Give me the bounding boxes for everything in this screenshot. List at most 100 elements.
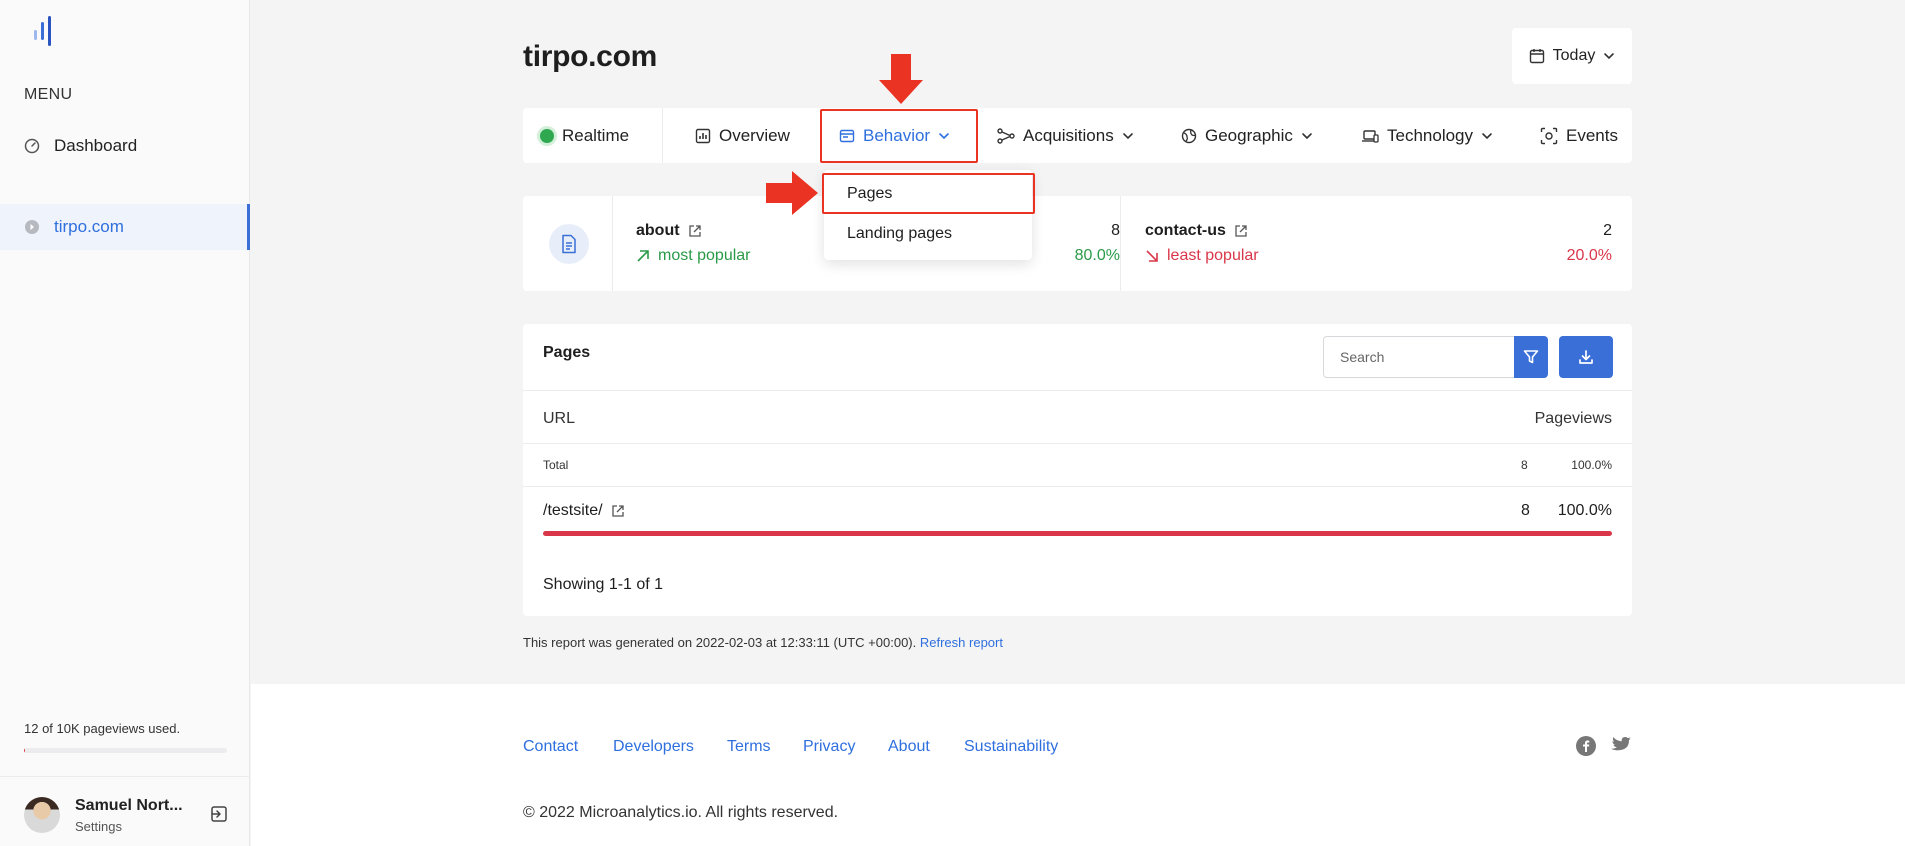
external-link-icon[interactable] bbox=[1234, 224, 1248, 238]
tab-label: Geographic bbox=[1205, 125, 1293, 145]
site-dot-icon bbox=[24, 219, 40, 235]
footer-link-about[interactable]: About bbox=[888, 738, 930, 756]
column-header-url[interactable]: URL bbox=[543, 410, 575, 428]
chevron-down-icon bbox=[1481, 130, 1493, 142]
divider bbox=[523, 486, 1632, 487]
sidebar: MENU Dashboard tirpo.com 12 of 10K pagev… bbox=[0, 0, 250, 846]
pages-panel: Pages Search URL Pageviews Total 8 100.0… bbox=[523, 324, 1632, 616]
footer-link-developers[interactable]: Developers bbox=[613, 738, 694, 756]
menu-label: MENU bbox=[24, 86, 73, 103]
page-name: contact-us bbox=[1145, 222, 1226, 239]
column-header-pageviews[interactable]: Pageviews bbox=[1535, 410, 1612, 428]
least-popular-count: 2 bbox=[1603, 222, 1612, 239]
row-progress-bar bbox=[543, 531, 1612, 536]
report-footnote: This report was generated on 2022-02-03 … bbox=[523, 635, 1003, 650]
most-popular-count: 8 bbox=[1111, 222, 1120, 239]
divider bbox=[612, 196, 613, 291]
table-row-url[interactable]: /testsite/ bbox=[543, 502, 625, 520]
search-input[interactable]: Search bbox=[1323, 336, 1515, 378]
target-icon bbox=[1540, 127, 1558, 145]
tab-technology[interactable]: Technology bbox=[1361, 108, 1493, 163]
tab-divider bbox=[662, 108, 663, 163]
arrow-up-right-icon bbox=[636, 249, 650, 263]
least-popular-page[interactable]: contact-us bbox=[1145, 222, 1248, 240]
date-range-label: Today bbox=[1552, 47, 1596, 64]
logo-icon[interactable] bbox=[28, 16, 58, 50]
row-url-text: /testsite/ bbox=[543, 502, 603, 519]
divider bbox=[1120, 196, 1121, 291]
divider bbox=[523, 390, 1632, 391]
chevron-down-icon bbox=[1122, 130, 1134, 142]
user-settings-link[interactable]: Settings bbox=[75, 819, 122, 834]
least-popular-label: least popular bbox=[1145, 247, 1259, 265]
download-button[interactable] bbox=[1559, 336, 1613, 378]
menu-item-landing-pages[interactable]: Landing pages bbox=[847, 225, 952, 243]
annotation-arrow-right bbox=[766, 169, 818, 217]
user-name[interactable]: Samuel Nort... bbox=[75, 797, 183, 815]
user-block[interactable]: Samuel Nort... Settings bbox=[0, 776, 250, 846]
trend-label: most popular bbox=[658, 247, 751, 264]
sidebar-item-dashboard[interactable]: Dashboard bbox=[0, 123, 250, 169]
row-progress-fill bbox=[543, 531, 1612, 536]
most-popular-percent: 80.0% bbox=[1074, 247, 1120, 264]
row-percent: 100.0% bbox=[1557, 502, 1612, 519]
row-count: 8 bbox=[1521, 502, 1530, 519]
share-icon bbox=[997, 127, 1015, 144]
sidebar-item-tirpo[interactable]: tirpo.com bbox=[0, 204, 250, 250]
filter-button[interactable] bbox=[1514, 336, 1548, 378]
least-popular-percent: 20.0% bbox=[1566, 247, 1612, 264]
devices-icon bbox=[1361, 128, 1379, 144]
sidebar-item-label: Dashboard bbox=[54, 136, 138, 155]
calendar-icon bbox=[1529, 48, 1545, 64]
refresh-report-link[interactable]: Refresh report bbox=[920, 635, 1003, 650]
dashboard-gauge-icon bbox=[24, 138, 40, 154]
logout-icon[interactable] bbox=[209, 804, 229, 824]
total-label: Total bbox=[543, 458, 569, 472]
usage-text: 12 of 10K pageviews used. bbox=[24, 721, 181, 736]
tab-realtime[interactable]: Realtime bbox=[540, 108, 629, 163]
external-link-icon[interactable] bbox=[688, 224, 702, 238]
page-title: tirpo.com bbox=[523, 40, 657, 73]
date-range-button[interactable]: Today bbox=[1512, 28, 1632, 84]
footer-link-contact[interactable]: Contact bbox=[523, 738, 578, 756]
annotation-box-pages bbox=[822, 173, 1035, 214]
tab-label: Acquisitions bbox=[1023, 125, 1114, 145]
footer-link-terms[interactable]: Terms bbox=[727, 738, 771, 756]
twitter-icon[interactable] bbox=[1611, 736, 1631, 756]
tab-label: Technology bbox=[1387, 125, 1474, 145]
total-percent: 100.0% bbox=[1571, 458, 1612, 472]
avatar[interactable] bbox=[24, 797, 60, 833]
annotation-arrow-down bbox=[877, 54, 925, 104]
tab-geographic[interactable]: Geographic bbox=[1181, 108, 1313, 163]
tab-acquisitions[interactable]: Acquisitions bbox=[997, 108, 1134, 163]
arrow-down-right-icon bbox=[1145, 249, 1159, 263]
external-link-icon[interactable] bbox=[611, 504, 625, 518]
popularity-summary: about most popular 8 80.0% contact-us le… bbox=[523, 196, 1632, 291]
annotation-box-behavior bbox=[820, 109, 978, 163]
pagination-summary: Showing 1-1 of 1 bbox=[543, 576, 664, 593]
chevron-down-icon bbox=[1301, 130, 1313, 142]
divider bbox=[523, 443, 1632, 444]
tab-events[interactable]: Events bbox=[1540, 108, 1618, 163]
report-text: This report was generated on 2022-02-03 … bbox=[523, 635, 917, 650]
realtime-dot-icon bbox=[540, 128, 554, 143]
site-footer: Contact Developers Terms Privacy About S… bbox=[251, 684, 1905, 846]
report-tabs: Realtime Overview Behavior Acquisitions … bbox=[523, 108, 1632, 163]
most-popular-page[interactable]: about bbox=[636, 222, 702, 240]
chevron-down-icon bbox=[1603, 50, 1615, 62]
globe-icon bbox=[1181, 128, 1197, 144]
most-popular-label: most popular bbox=[636, 247, 751, 265]
search-placeholder: Search bbox=[1340, 349, 1385, 365]
panel-title: Pages bbox=[543, 344, 591, 361]
tab-label: Overview bbox=[719, 125, 790, 145]
footer-link-privacy[interactable]: Privacy bbox=[803, 738, 855, 756]
tab-overview[interactable]: Overview bbox=[695, 108, 790, 163]
footer-link-sustainability[interactable]: Sustainability bbox=[964, 738, 1058, 756]
trend-label: least popular bbox=[1167, 247, 1259, 264]
sidebar-item-label: tirpo.com bbox=[54, 217, 124, 236]
usage-progress-bar bbox=[24, 748, 227, 753]
facebook-icon[interactable] bbox=[1576, 736, 1596, 756]
usage-progress-fill bbox=[24, 748, 26, 753]
total-count: 8 bbox=[1521, 458, 1528, 472]
page-name: about bbox=[636, 222, 680, 239]
